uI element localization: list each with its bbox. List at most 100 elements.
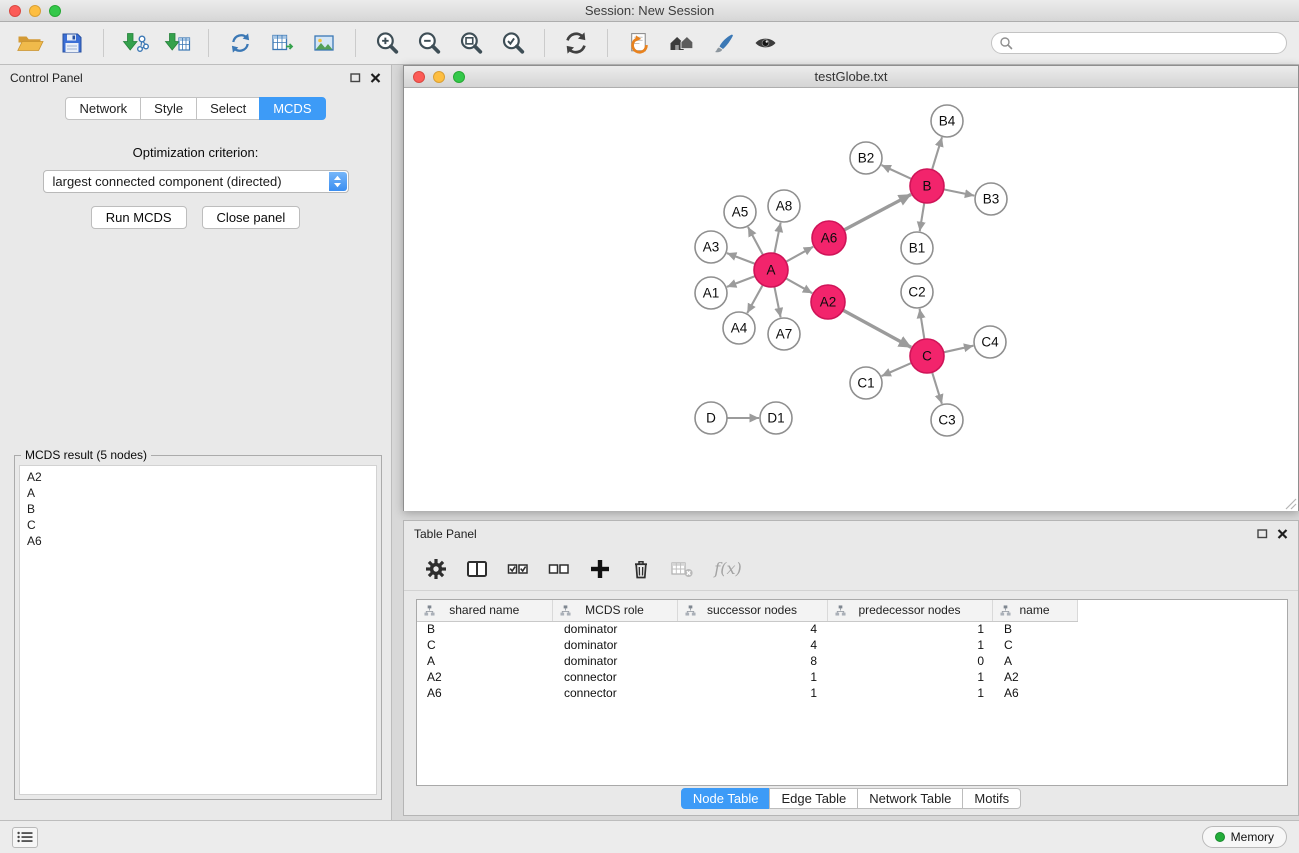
table-cell[interactable]: C <box>417 637 552 653</box>
table-cell[interactable]: 0 <box>827 653 992 669</box>
column-header-name[interactable]: name <box>992 600 1077 621</box>
zoom-fit-button[interactable] <box>453 26 489 60</box>
search-input[interactable] <box>1013 36 1279 50</box>
graph-edge-a-a1[interactable] <box>727 276 755 287</box>
column-header-successor-nodes[interactable]: successor nodes <box>677 600 827 621</box>
graph-node-c1[interactable]: C1 <box>850 367 882 399</box>
float-panel-icon[interactable] <box>1257 529 1268 539</box>
tab-network-table[interactable]: Network Table <box>857 788 963 809</box>
show-columns-button[interactable] <box>465 557 489 581</box>
close-panel-icon[interactable] <box>1277 529 1288 539</box>
table-cell[interactable]: 1 <box>827 621 992 637</box>
function-builder-button[interactable]: f(x) <box>711 557 745 581</box>
graph-edge-a-a8[interactable] <box>774 223 780 254</box>
zoom-selected-button[interactable] <box>495 26 531 60</box>
mcds-result-item[interactable]: C <box>20 517 376 533</box>
tab-node-table[interactable]: Node Table <box>681 788 771 809</box>
tab-select[interactable]: Select <box>196 97 260 120</box>
graph-node-d1[interactable]: D1 <box>760 402 792 434</box>
table-cell[interactable]: 1 <box>827 685 992 701</box>
graph-edge-c-c1[interactable] <box>882 363 912 376</box>
graph-edge-a-a6[interactable] <box>786 247 813 262</box>
first-neighbors-button[interactable] <box>621 26 657 60</box>
table-settings-button[interactable] <box>424 557 448 581</box>
graph-edge-b-b1[interactable] <box>920 203 925 231</box>
zoom-window-button[interactable] <box>49 5 61 17</box>
graph-node-d[interactable]: D <box>695 402 727 434</box>
table-cell[interactable]: dominator <box>552 653 677 669</box>
zoom-in-button[interactable] <box>369 26 405 60</box>
graph-edge-a-a2[interactable] <box>786 278 813 293</box>
create-column-button[interactable] <box>588 557 612 581</box>
table-cell[interactable]: 4 <box>677 621 827 637</box>
graph-node-b3[interactable]: B3 <box>975 183 1007 215</box>
table-cell[interactable]: connector <box>552 685 677 701</box>
table-cell[interactable]: 4 <box>677 637 827 653</box>
minimize-window-button[interactable] <box>29 5 41 17</box>
table-row[interactable]: A6connector11A6 <box>417 685 1077 701</box>
graph-node-a5[interactable]: A5 <box>724 196 756 228</box>
mcds-result-item[interactable]: A2 <box>20 469 376 485</box>
table-cell[interactable]: A <box>992 653 1077 669</box>
graph-node-c2[interactable]: C2 <box>901 276 933 308</box>
table-cell[interactable]: 1 <box>827 669 992 685</box>
window-resize-grip[interactable] <box>1285 498 1297 510</box>
table-cell[interactable]: 1 <box>827 637 992 653</box>
table-cell[interactable]: B <box>992 621 1077 637</box>
mcds-result-list[interactable]: A2ABCA6 <box>19 465 377 795</box>
table-cell[interactable]: C <box>992 637 1077 653</box>
open-session-button[interactable] <box>12 26 48 60</box>
tab-style[interactable]: Style <box>140 97 197 120</box>
graph-edge-b-b4[interactable] <box>932 137 942 170</box>
graph-edge-c-c3[interactable] <box>932 372 942 404</box>
graph-node-a1[interactable]: A1 <box>695 277 727 309</box>
table-cell[interactable]: dominator <box>552 637 677 653</box>
table-cell[interactable]: A2 <box>992 669 1077 685</box>
table-cell[interactable]: A <box>417 653 552 669</box>
table-cell[interactable]: A2 <box>417 669 552 685</box>
mcds-result-item[interactable]: B <box>20 501 376 517</box>
annotation-button[interactable] <box>705 26 741 60</box>
apply-layout-button[interactable] <box>558 26 594 60</box>
close-panel-button[interactable]: Close panel <box>202 206 301 229</box>
table-row[interactable]: Bdominator41B <box>417 621 1077 637</box>
network-zoom-button[interactable] <box>453 71 465 83</box>
tab-edge-table[interactable]: Edge Table <box>769 788 858 809</box>
graph-edge-a-a7[interactable] <box>774 287 780 318</box>
graph-node-b[interactable]: B <box>910 169 944 203</box>
run-mcds-button[interactable]: Run MCDS <box>91 206 187 229</box>
close-window-button[interactable] <box>9 5 21 17</box>
table-cell[interactable]: 1 <box>677 685 827 701</box>
export-table-button[interactable] <box>264 26 300 60</box>
select-all-columns-button[interactable] <box>506 557 530 581</box>
graph-node-a[interactable]: A <box>754 253 788 287</box>
close-panel-icon[interactable] <box>370 73 381 83</box>
table-cell[interactable]: dominator <box>552 621 677 637</box>
graph-node-b1[interactable]: B1 <box>901 232 933 264</box>
import-table-button[interactable] <box>159 26 195 60</box>
graph-node-a8[interactable]: A8 <box>768 190 800 222</box>
graph-node-b2[interactable]: B2 <box>850 142 882 174</box>
network-close-button[interactable] <box>413 71 425 83</box>
network-canvas[interactable]: B4B2BB3A5A8A6A3B1AC2A1A2A4A7C4CC1DD1C3 <box>404 88 1298 511</box>
search-box[interactable] <box>991 32 1287 54</box>
graph-edge-a-a3[interactable] <box>727 253 755 264</box>
column-header-shared-name[interactable]: shared name <box>417 600 552 621</box>
task-history-button[interactable] <box>12 827 38 848</box>
network-minimize-button[interactable] <box>433 71 445 83</box>
table-cell[interactable]: connector <box>552 669 677 685</box>
table-cell[interactable]: A6 <box>992 685 1077 701</box>
column-header-predecessor-nodes[interactable]: predecessor nodes <box>827 600 992 621</box>
export-image-button[interactable] <box>306 26 342 60</box>
graphics-details-button[interactable] <box>663 26 699 60</box>
table-row[interactable]: Cdominator41C <box>417 637 1077 653</box>
graph-edge-c-c2[interactable] <box>920 309 925 339</box>
graph-node-c[interactable]: C <box>910 339 944 373</box>
tab-network[interactable]: Network <box>65 97 141 120</box>
table-cell[interactable]: 1 <box>677 669 827 685</box>
mcds-result-item[interactable]: A6 <box>20 533 376 549</box>
save-session-button[interactable] <box>54 26 90 60</box>
graph-node-a7[interactable]: A7 <box>768 318 800 350</box>
graph-node-b4[interactable]: B4 <box>931 105 963 137</box>
graph-edge-b-b2[interactable] <box>882 165 912 179</box>
